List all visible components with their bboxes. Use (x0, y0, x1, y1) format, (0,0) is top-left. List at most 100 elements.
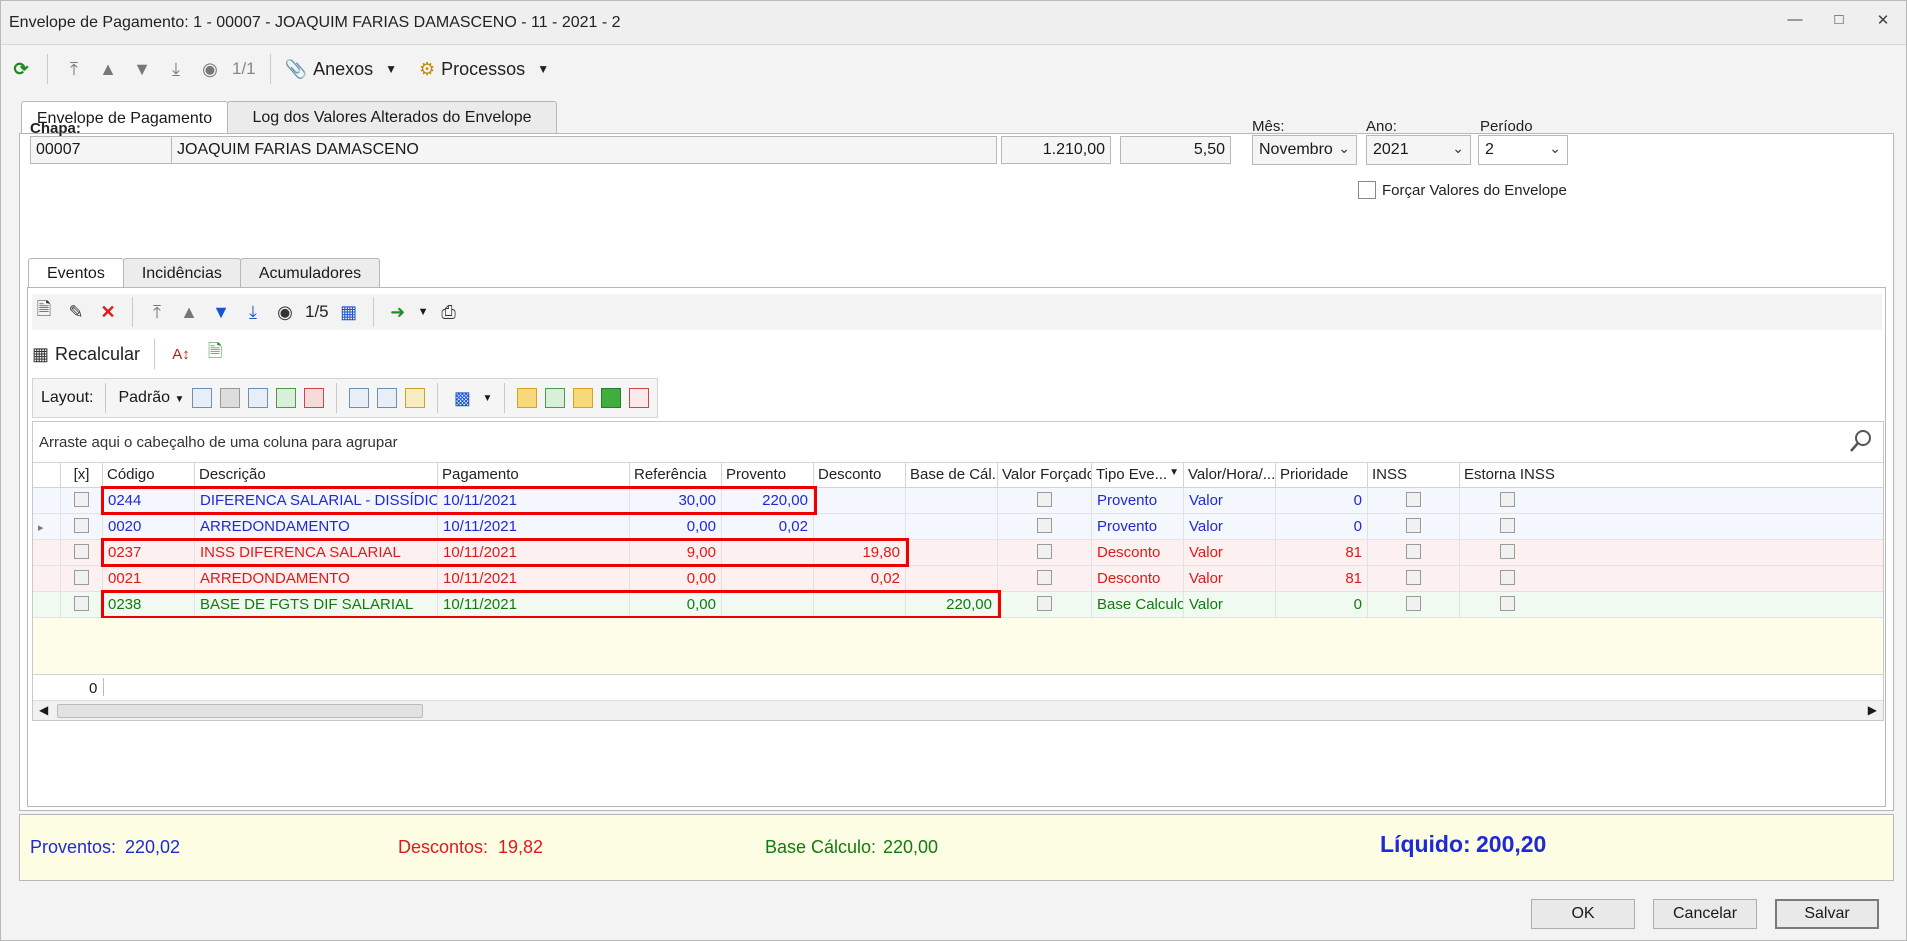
scroll-thumb[interactable] (57, 704, 423, 718)
green-grid-icon[interactable] (601, 388, 622, 408)
horizontal-scrollbar[interactable]: ◀ ▶ (33, 700, 1883, 720)
layout-export-icon[interactable] (304, 388, 325, 408)
footer-icon[interactable] (573, 388, 594, 408)
sum-icon[interactable] (377, 388, 398, 408)
chevron-down-icon[interactable]: ▼ (418, 306, 429, 318)
first-record-icon[interactable]: ⤒ (62, 57, 86, 81)
row-select-checkbox[interactable] (74, 544, 89, 559)
valor-forcado-checkbox[interactable] (1037, 544, 1052, 559)
inss-checkbox[interactable] (1406, 570, 1421, 585)
salario-field[interactable]: 1.210,00 (1001, 136, 1111, 164)
previous-record-icon[interactable]: ▲ (177, 300, 201, 324)
tab-incidencias[interactable]: Incidências (122, 258, 241, 288)
last-record-icon[interactable]: ⤓ (164, 57, 188, 81)
grid-view-icon[interactable]: ▦ (337, 300, 361, 324)
col-select[interactable]: [x] (61, 463, 103, 488)
salvar-button[interactable]: Salvar (1775, 899, 1879, 929)
tab-log-valores[interactable]: Log dos Valores Alterados do Envelope (227, 101, 557, 134)
next-record-icon[interactable]: ▼ (130, 57, 154, 81)
forcar-valores-checkbox[interactable] (1358, 181, 1376, 199)
row-select-checkbox[interactable] (74, 570, 89, 585)
col-provento[interactable]: Provento (722, 463, 814, 488)
inss-checkbox[interactable] (1406, 518, 1421, 533)
estorna-inss-checkbox[interactable] (1500, 596, 1515, 611)
col-estorna-inss[interactable]: Estorna INSS (1460, 463, 1555, 488)
padrao-dropdown[interactable]: Padrão ▼ (118, 389, 184, 407)
table-row[interactable]: 0238 BASE DE FGTS DIF SALARIAL 10/11/202… (33, 592, 1883, 618)
print-icon[interactable]: ⎙ (437, 300, 461, 324)
ok-button[interactable]: OK (1531, 899, 1635, 929)
col-referencia[interactable]: Referência (630, 463, 722, 488)
processos-menu[interactable]: ⚙ Processos ▼ (419, 59, 549, 80)
col-codigo[interactable]: Código (103, 463, 195, 488)
minimize-icon[interactable]: — (1784, 11, 1806, 29)
anexos-menu[interactable]: 📎 Anexos ▼ (285, 59, 397, 80)
table-row[interactable]: 0021 ARREDONDAMENTO 10/11/2021 0,00 0,02… (33, 566, 1883, 592)
valor-forcado-checkbox[interactable] (1037, 518, 1052, 533)
filter-dropdown-icon[interactable]: ▼ (1169, 467, 1179, 478)
chapa-field[interactable]: 00007 (30, 136, 172, 164)
tab-acumuladores[interactable]: Acumuladores (239, 258, 381, 288)
estorna-inss-checkbox[interactable] (1500, 492, 1515, 507)
binoculars-icon[interactable]: ◉ (273, 300, 297, 324)
delete-icon[interactable]: ✕ (96, 300, 120, 324)
previous-record-icon[interactable]: ▲ (96, 57, 120, 81)
ano-select[interactable]: 2021 ⌄ (1366, 135, 1471, 165)
inss-checkbox[interactable] (1406, 492, 1421, 507)
tab-eventos[interactable]: Eventos (28, 258, 124, 288)
row-select-checkbox[interactable] (74, 518, 89, 533)
estorna-inss-checkbox[interactable] (1500, 544, 1515, 559)
horas-field[interactable]: 5,50 (1120, 136, 1231, 164)
layout-import-icon[interactable] (276, 388, 297, 408)
valor-forcado-checkbox[interactable] (1037, 596, 1052, 611)
nome-field[interactable]: JOAQUIM FARIAS DAMASCENO (171, 136, 997, 164)
font-icon[interactable] (629, 388, 650, 408)
col-valor-hora[interactable]: Valor/Hora/... (1184, 463, 1276, 488)
periodo-select[interactable]: 2 ⌄ (1478, 135, 1568, 165)
col-valor-forcado[interactable]: Valor Forçado (998, 463, 1092, 488)
cancelar-button[interactable]: Cancelar (1653, 899, 1757, 929)
auto-filter-icon[interactable] (545, 388, 566, 408)
first-record-icon[interactable]: ⤒ (145, 300, 169, 324)
table-row[interactable]: 0244 DIFERENCA SALARIAL - DISSÍDIO 10/11… (33, 488, 1883, 514)
mes-select[interactable]: Novembro ⌄ (1252, 135, 1357, 165)
export-icon[interactable]: ➜ (386, 300, 410, 324)
table-row[interactable]: ▸ 0020 ARREDONDAMENTO 10/11/2021 0,00 0,… (33, 514, 1883, 540)
estorna-inss-checkbox[interactable] (1500, 518, 1515, 533)
chevron-down-icon[interactable]: ▼ (482, 393, 492, 404)
table-row[interactable]: 0237 INSS DIFERENCA SALARIAL 10/11/2021 … (33, 540, 1883, 566)
scroll-left-icon[interactable]: ◀ (39, 703, 48, 717)
layout-delete-icon[interactable] (220, 388, 241, 408)
edit-icon[interactable]: ✎ (64, 300, 88, 324)
refresh-icon[interactable]: ⟳ (9, 57, 33, 81)
col-tipo-evento[interactable]: Tipo Eve... ▼ (1092, 463, 1184, 488)
next-record-icon[interactable]: ▼ (209, 300, 233, 324)
last-record-icon[interactable]: ⤓ (241, 300, 265, 324)
note-icon[interactable] (405, 388, 426, 408)
row-select-checkbox[interactable] (74, 492, 89, 507)
col-base-calculo[interactable]: Base de Cál... (906, 463, 998, 488)
close-icon[interactable]: ✕ (1872, 11, 1894, 29)
restore-icon[interactable]: □ (1828, 11, 1850, 29)
inss-checkbox[interactable] (1406, 544, 1421, 559)
row-select-checkbox[interactable] (74, 596, 89, 611)
binoculars-icon[interactable]: ◉ (198, 57, 222, 81)
recalcular-button[interactable]: ▦ Recalcular (32, 344, 140, 365)
sort-az-icon[interactable]: A↕ (169, 342, 193, 366)
filter-icon[interactable] (349, 388, 370, 408)
col-pagamento[interactable]: Pagamento (438, 463, 630, 488)
scroll-right-icon[interactable]: ▶ (1868, 703, 1877, 717)
document-check-icon[interactable]: 🗎 (203, 341, 227, 366)
estorna-inss-checkbox[interactable] (1500, 570, 1515, 585)
chart-icon[interactable]: ▩ (450, 386, 474, 410)
search-icon[interactable] (1849, 428, 1873, 454)
col-inss[interactable]: INSS (1368, 463, 1460, 488)
valor-forcado-checkbox[interactable] (1037, 570, 1052, 585)
inss-checkbox[interactable] (1406, 596, 1421, 611)
layout-columns-icon[interactable] (248, 388, 269, 408)
new-icon[interactable]: 🗎 (32, 299, 56, 324)
layout-save-icon[interactable] (192, 388, 213, 408)
col-prioridade[interactable]: Prioridade (1276, 463, 1368, 488)
group-panel-icon[interactable] (517, 388, 538, 408)
valor-forcado-checkbox[interactable] (1037, 492, 1052, 507)
